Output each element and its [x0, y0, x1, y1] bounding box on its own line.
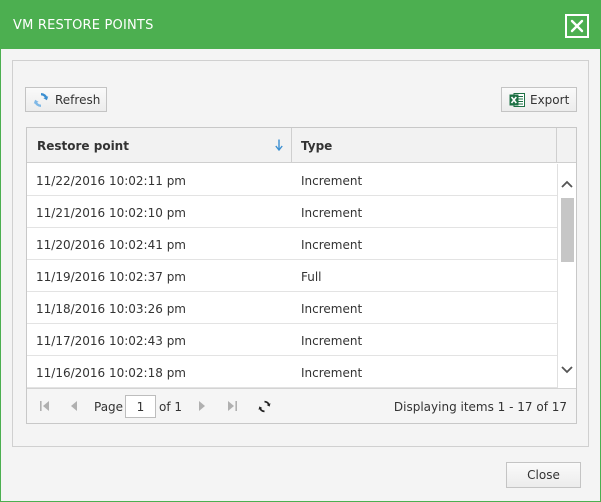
dialog-title: VM RESTORE POINTS — [13, 18, 154, 33]
type-cell: Increment — [301, 238, 363, 252]
restore-point-cell: 11/18/2016 10:03:26 pm — [36, 302, 186, 316]
table-row[interactable]: 11/22/2016 10:02:11 pm Increment — [27, 164, 557, 196]
scrollbar-thumb[interactable] — [561, 198, 574, 262]
scroll-down-icon[interactable] — [561, 363, 573, 377]
pager-display-info: Displaying items 1 - 17 of 17 — [393, 400, 567, 414]
table-row[interactable]: 11/18/2016 10:03:26 pm Increment — [27, 292, 557, 324]
scroll-up-icon[interactable] — [561, 177, 573, 191]
export-button[interactable]: Export — [501, 87, 577, 112]
restore-point-cell: 11/16/2016 10:02:18 pm — [36, 366, 186, 380]
type-cell: Increment — [301, 366, 363, 380]
dialog-titlebar: VM RESTORE POINTS — [1, 1, 600, 49]
restore-point-cell: 11/19/2016 10:02:37 pm — [36, 270, 186, 284]
sort-down-arrow-icon — [275, 139, 283, 154]
excel-icon — [509, 92, 525, 111]
column-header-label: Type — [301, 139, 333, 153]
grid-body: 11/22/2016 10:02:11 pm Increment 11/21/2… — [27, 164, 557, 388]
next-page-icon[interactable] — [197, 400, 207, 415]
restore-point-cell: 11/17/2016 10:02:43 pm — [36, 334, 186, 348]
restore-point-cell: 11/21/2016 10:02:10 pm — [36, 206, 186, 220]
page-total-label: of 1 — [159, 400, 183, 414]
grid-header: Restore point Type — [27, 128, 576, 163]
close-button[interactable]: Close — [506, 462, 581, 488]
refresh-button[interactable]: Refresh — [25, 87, 107, 112]
restore-points-grid: Restore point Type 11/22/2016 10:02:11 p… — [26, 127, 577, 424]
content-panel: Refresh Export Restore point Type 11/22/… — [12, 60, 589, 447]
type-cell: Increment — [301, 174, 363, 188]
page-number-input[interactable] — [125, 395, 156, 418]
table-row[interactable]: 11/16/2016 10:02:18 pm Increment — [27, 356, 557, 388]
column-header-type[interactable]: Type — [292, 128, 557, 162]
type-cell: Increment — [301, 206, 363, 220]
refresh-button-label: Refresh — [55, 93, 101, 107]
type-cell: Increment — [301, 334, 363, 348]
column-header-restore-point[interactable]: Restore point — [27, 128, 292, 162]
vertical-scrollbar[interactable] — [557, 164, 576, 388]
refresh-icon — [33, 92, 49, 111]
table-row[interactable]: 11/20/2016 10:02:41 pm Increment — [27, 228, 557, 260]
table-row[interactable]: 11/19/2016 10:02:37 pm Full — [27, 260, 557, 292]
previous-page-icon[interactable] — [69, 400, 79, 415]
reload-icon[interactable] — [258, 400, 271, 416]
vm-restore-points-dialog: VM RESTORE POINTS Refresh Export Restore… — [0, 0, 601, 502]
table-row[interactable]: 11/17/2016 10:02:43 pm Increment — [27, 324, 557, 356]
last-page-icon[interactable] — [226, 400, 238, 415]
grid-pager: Page of 1 Displaying item — [27, 388, 576, 423]
page-label: Page — [94, 400, 124, 414]
type-cell: Full — [301, 270, 322, 284]
restore-point-cell: 11/22/2016 10:02:11 pm — [36, 174, 186, 188]
restore-point-cell: 11/20/2016 10:02:41 pm — [36, 238, 186, 252]
export-button-label: Export — [530, 93, 570, 107]
type-cell: Increment — [301, 302, 363, 316]
table-row[interactable]: 11/21/2016 10:02:10 pm Increment — [27, 196, 557, 228]
close-icon[interactable] — [565, 14, 589, 38]
column-header-label: Restore point — [37, 139, 129, 153]
first-page-icon[interactable] — [39, 400, 51, 415]
